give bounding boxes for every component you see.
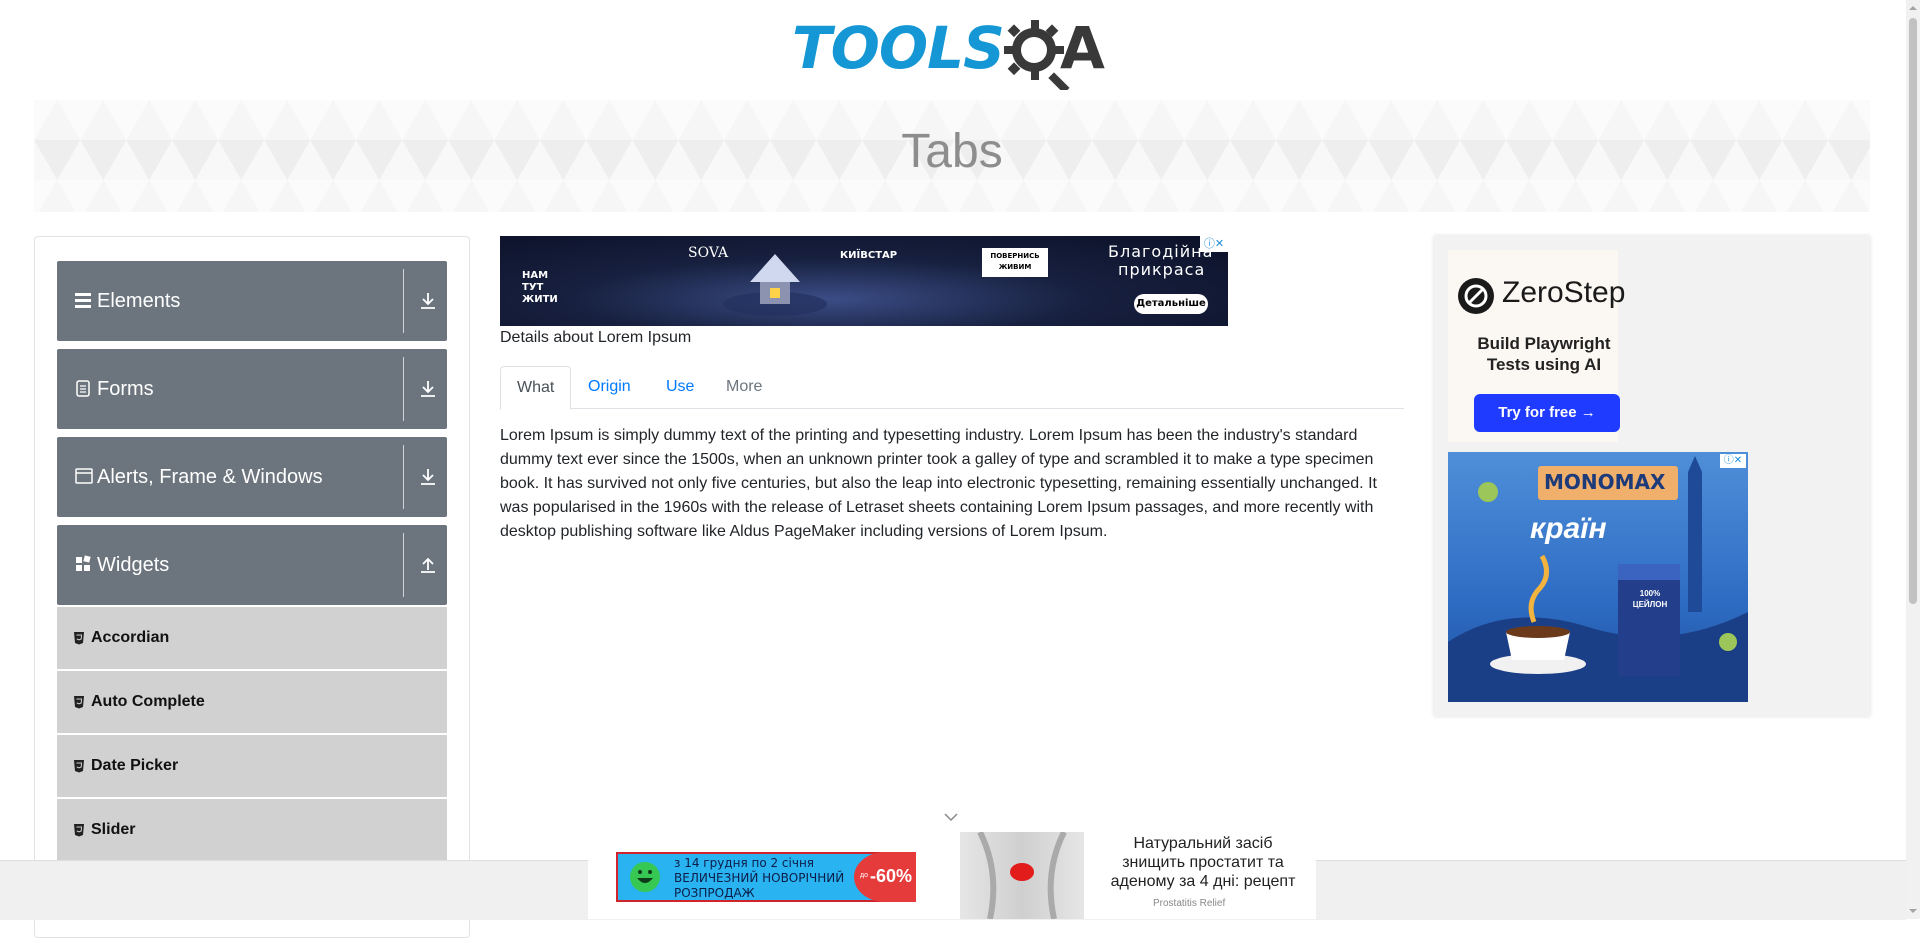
logo-a: A <box>1060 14 1105 82</box>
monomax-pack-label: 100% ЦЕЙЛОН <box>1632 589 1668 609</box>
scroll-down-icon[interactable] <box>1909 907 1917 915</box>
sidebar-group-label: Forms <box>97 378 154 400</box>
window-icon <box>75 468 93 484</box>
widgets-icon <box>76 555 91 571</box>
ad-source: Prostatitis Relief <box>1153 898 1226 909</box>
page-scrollbar[interactable] <box>1906 0 1920 919</box>
upload-arrow-icon <box>421 557 435 573</box>
sidebar-group-forms[interactable]: Forms <box>57 349 447 429</box>
anatomy-image <box>960 830 1084 920</box>
tab-origin[interactable]: Origin <box>572 366 647 408</box>
tab-use[interactable]: Use <box>650 366 710 408</box>
ad-brand-kyivstar: КИЇВСТАР <box>840 250 898 261</box>
sidebar-item-slider[interactable]: Slider <box>57 799 447 863</box>
chevron-down-icon[interactable] <box>944 812 958 822</box>
sidebar-item-accordian[interactable]: Accordian <box>57 607 447 671</box>
ad-left-logo: НАМ ТУТ ЖИТИ <box>522 270 558 305</box>
logo-text: TOOLS <box>792 14 1005 82</box>
sale-line-2: ВЕЛИЧЕЗНИЙ НОВОРІЧНИЙ <box>674 871 845 885</box>
sidebar-group-label: Elements <box>97 290 181 312</box>
scroll-up-icon[interactable] <box>1909 4 1917 12</box>
sidebar-item-label: Date Picker <box>91 757 179 774</box>
sale-line-3: РОЗПРОДАЖ <box>674 886 755 900</box>
ad-brand-sova: SOVA <box>688 245 729 261</box>
content-line: book. It has survived not only five cent… <box>500 475 1377 492</box>
monomax-illustration-icon <box>1448 456 1748 702</box>
monomax-ad[interactable]: MONOMAX країн 100% ЦЕЙЛОН ⓘ✕ <box>1448 452 1748 702</box>
ad-headline-2: прикраса <box>1118 260 1206 279</box>
content-line: was popularised in the 1960s with the re… <box>500 499 1374 516</box>
content-line: Lorem Ipsum is simply dummy text of the … <box>500 427 1358 444</box>
html5-icon <box>74 696 84 709</box>
sale-ad[interactable]: з 14 грудня по 2 січня ВЕЛИЧЕЗНИЙ НОВОРІ… <box>616 852 916 902</box>
page-title: Tabs <box>901 125 1003 178</box>
zerostep-line: Tests using AI <box>1486 355 1602 374</box>
ad-headline-line: аденому за 4 дні: рецепт <box>1110 873 1296 890</box>
sidebar-group-widgets[interactable]: Widgets <box>57 525 447 605</box>
details-title: Details about Lorem Ipsum <box>500 329 692 346</box>
tab-more: More <box>726 378 763 395</box>
zerostep-name: ZeroStep <box>1502 276 1626 309</box>
sidebar-item-label: Auto Complete <box>91 693 205 710</box>
divider <box>403 357 404 421</box>
sidebar-item-label: Slider <box>91 821 136 838</box>
discount-prefix: до <box>860 872 868 879</box>
sidebar-group-alerts[interactable]: Alerts, Frame & Windows <box>57 437 447 517</box>
ad-headline-line: знищить простатит та <box>1122 854 1284 871</box>
ad-cta-button[interactable]: Детальніше <box>1134 294 1208 314</box>
tab-content-what: Lorem Ipsum is simply dummy text of the … <box>500 424 1380 544</box>
divider <box>403 533 404 597</box>
ad-badge: ПОВЕРНИСЬ ЖИВИМ <box>982 248 1048 277</box>
zerostep-line: Build Playwright <box>1477 334 1611 353</box>
right-ad-column: ZeroStep Build Playwright Tests using AI… <box>1434 236 1870 716</box>
content-line: desktop publishing software like Aldus P… <box>500 523 1108 540</box>
house-illustration-icon <box>723 254 827 316</box>
sale-line-1: з 14 грудня по 2 січня <box>674 856 815 870</box>
top-ad-banner[interactable]: НАМ ТУТ ЖИТИ SOVA КИЇВСТАР ПОВЕРНИСЬ ЖИВ… <box>500 236 1228 326</box>
smiley-icon <box>630 862 660 892</box>
download-arrow-icon <box>421 293 435 309</box>
download-arrow-icon <box>421 381 435 397</box>
sidebar-group-elements[interactable]: Elements <box>57 261 447 341</box>
scrollbar-thumb[interactable] <box>1909 18 1917 604</box>
ad-headline: Натуральний засіб знищить простатит та а… <box>1098 834 1308 891</box>
sidebar-item-date-picker[interactable]: Date Picker <box>57 735 447 799</box>
sidebar-group-label: Alerts, Frame & Windows <box>97 466 323 488</box>
discount-value: -60% <box>870 866 913 886</box>
ad-headline-1: Благодійна <box>1108 242 1214 261</box>
sidebar-group-label: Widgets <box>97 554 170 576</box>
divider <box>403 445 404 509</box>
html5-icon <box>74 824 84 837</box>
ad-close-icon[interactable]: ⓘ✕ <box>1720 454 1746 468</box>
ad-headline-line: Натуральний засіб <box>1133 835 1273 852</box>
html5-icon <box>74 632 84 645</box>
sidebar-item-label: Accordian <box>91 629 170 646</box>
page-banner: Tabs <box>34 100 1870 212</box>
tab-what[interactable]: What <box>500 366 572 410</box>
form-icon <box>76 380 90 397</box>
zerostep-subtitle: Build Playwright Tests using AI <box>1466 333 1622 375</box>
ad-close-icon[interactable]: ⓘ✕ <box>1200 236 1228 252</box>
left-sidebar: Elements Forms Alerts, Frame & Windows W… <box>34 236 470 938</box>
zerostep-try-button[interactable]: Try for free → <box>1474 394 1620 432</box>
html5-icon <box>74 760 84 773</box>
hamburger-icon <box>75 293 91 308</box>
download-arrow-icon <box>421 469 435 485</box>
sidebar-item-auto-complete[interactable]: Auto Complete <box>57 671 447 735</box>
divider <box>403 269 404 333</box>
toolsqa-logo[interactable]: TOOLS A <box>792 14 1114 90</box>
content-line: dummy text ever since the 1500s, when an… <box>500 451 1374 468</box>
anatomy-illustration-icon <box>977 830 1067 920</box>
tab-bar: What Origin Use More <box>500 366 1404 410</box>
bottom-ad[interactable]: з 14 грудня по 2 січня ВЕЛИЧЕЗНИЙ НОВОРІ… <box>588 830 1316 920</box>
zerostep-logo-icon <box>1458 278 1494 314</box>
